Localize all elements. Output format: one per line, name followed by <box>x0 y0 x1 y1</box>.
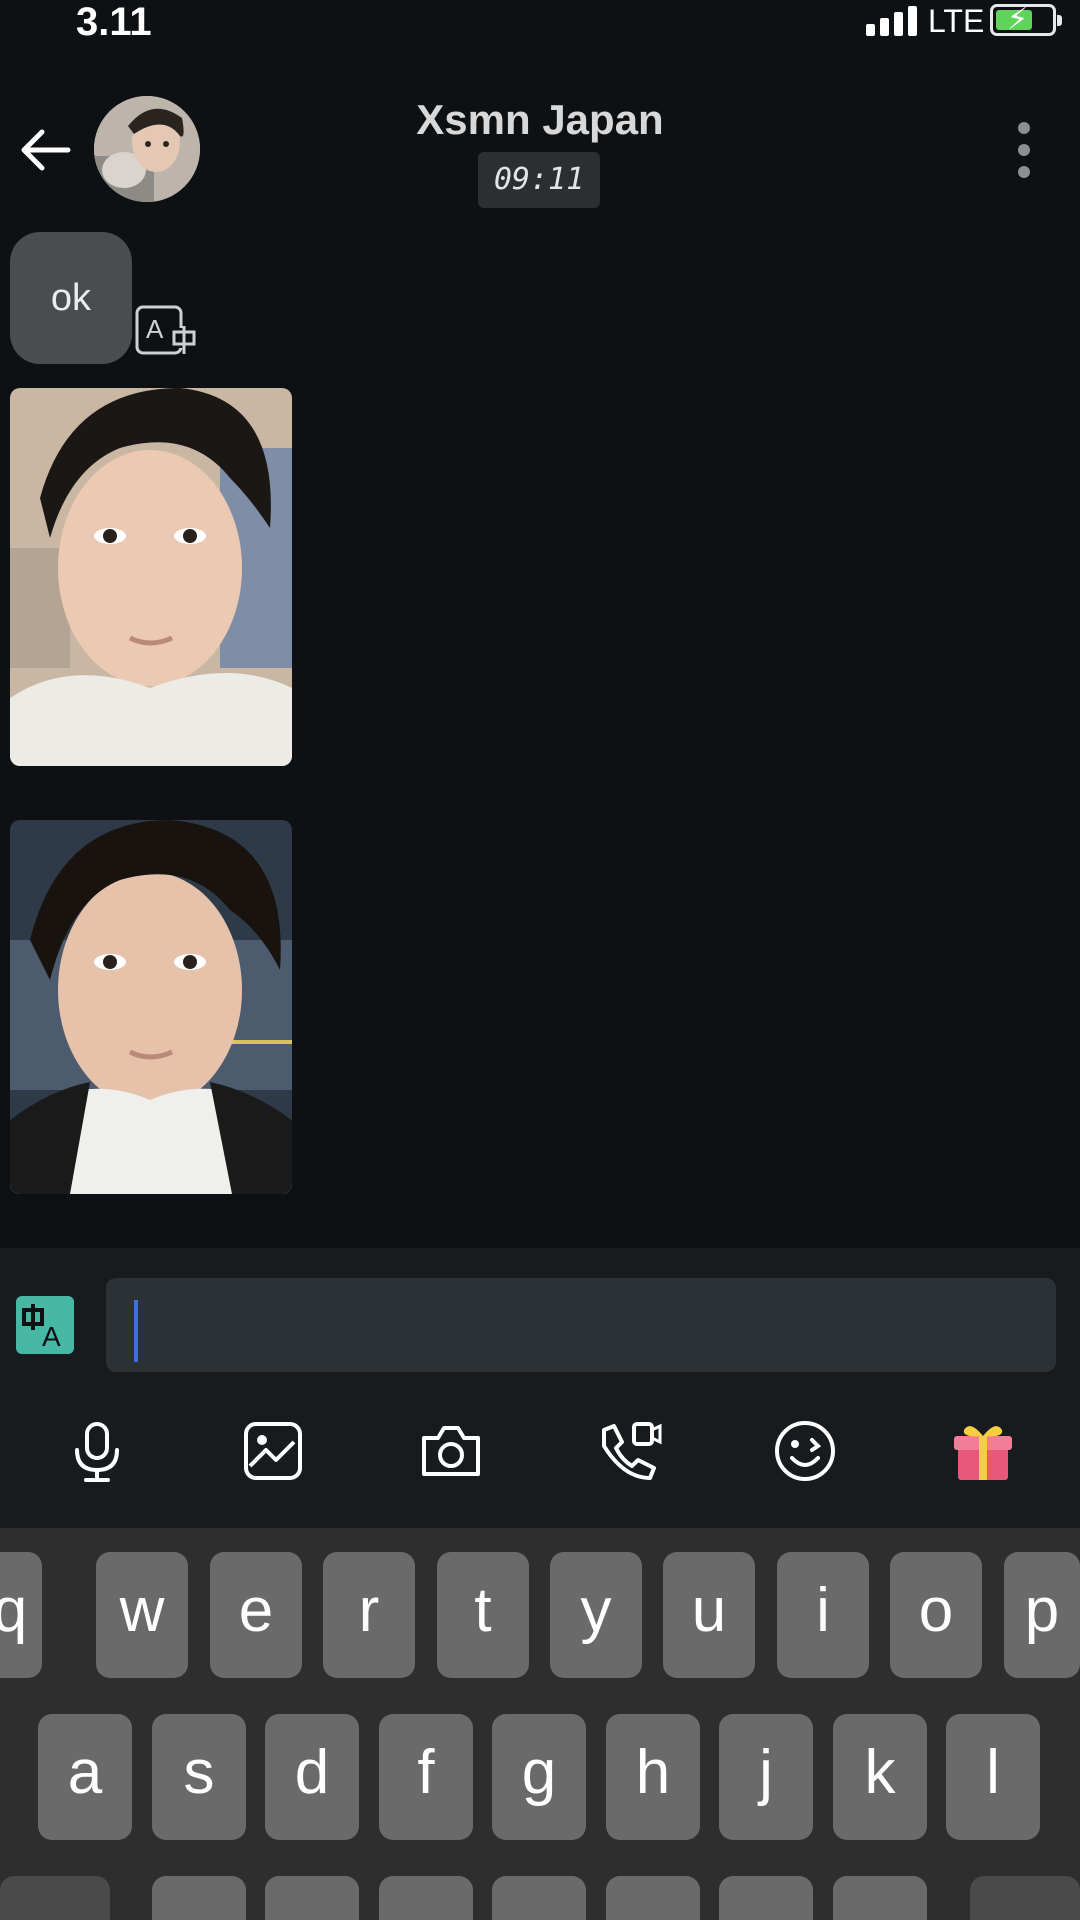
camera-icon[interactable] <box>416 1416 486 1486</box>
key-a[interactable]: a <box>38 1714 132 1840</box>
key-n[interactable] <box>719 1876 813 1920</box>
key-h[interactable]: h <box>606 1714 700 1840</box>
key-z[interactable] <box>152 1876 246 1920</box>
emoji-icon[interactable] <box>770 1416 840 1486</box>
key-w[interactable]: w <box>96 1552 188 1678</box>
key-g[interactable]: g <box>492 1714 586 1840</box>
composer-panel: A <box>0 1248 1080 1528</box>
key-k[interactable]: k <box>833 1714 927 1840</box>
key-b[interactable] <box>606 1876 700 1920</box>
key-e[interactable]: e <box>210 1552 302 1678</box>
keyboard: q w e r t y u i o p a s d f g h j k l <box>0 1528 1080 1920</box>
backspace-key[interactable] <box>970 1876 1080 1920</box>
microphone-icon[interactable] <box>62 1416 132 1486</box>
key-x[interactable] <box>265 1876 359 1920</box>
message-input[interactable] <box>106 1278 1056 1372</box>
key-l[interactable]: l <box>946 1714 1040 1840</box>
back-arrow-icon[interactable] <box>14 118 78 182</box>
key-v[interactable] <box>492 1876 586 1920</box>
key-q[interactable]: q <box>0 1552 42 1678</box>
contact-avatar[interactable] <box>94 96 200 202</box>
svg-text:A: A <box>146 314 164 344</box>
message-bubble[interactable]: ok <box>10 232 132 364</box>
photo-message[interactable] <box>10 388 292 766</box>
translate-toggle-icon[interactable]: A <box>16 1296 74 1354</box>
status-time: 3.11 <box>76 0 152 44</box>
gift-icon[interactable] <box>948 1416 1018 1486</box>
network-label: LTE <box>928 3 985 39</box>
video-call-icon[interactable] <box>594 1416 664 1486</box>
svg-text:A: A <box>42 1321 61 1352</box>
header-timestamp: 09:11 <box>478 152 600 208</box>
key-p[interactable]: p <box>1004 1552 1080 1678</box>
key-t[interactable]: t <box>437 1552 529 1678</box>
key-s[interactable]: s <box>152 1714 246 1840</box>
key-o[interactable]: o <box>890 1552 982 1678</box>
text-cursor <box>134 1300 138 1362</box>
battery-icon: ⚡ <box>990 3 1062 36</box>
contact-name: Xsmn Japan <box>416 96 664 143</box>
key-i[interactable]: i <box>777 1552 869 1678</box>
shift-key[interactable] <box>0 1876 110 1920</box>
key-j[interactable]: j <box>719 1714 813 1840</box>
key-u[interactable]: u <box>663 1552 755 1678</box>
image-icon[interactable] <box>238 1416 308 1486</box>
key-c[interactable] <box>379 1876 473 1920</box>
photo-message[interactable] <box>10 820 292 1194</box>
key-r[interactable]: r <box>323 1552 415 1678</box>
signal-icon <box>866 6 918 36</box>
translate-message-icon[interactable]: A <box>134 304 200 360</box>
key-m[interactable] <box>833 1876 927 1920</box>
key-d[interactable]: d <box>265 1714 359 1840</box>
key-y[interactable]: y <box>550 1552 642 1678</box>
more-options-icon[interactable] <box>1012 120 1036 180</box>
key-f[interactable]: f <box>379 1714 473 1840</box>
